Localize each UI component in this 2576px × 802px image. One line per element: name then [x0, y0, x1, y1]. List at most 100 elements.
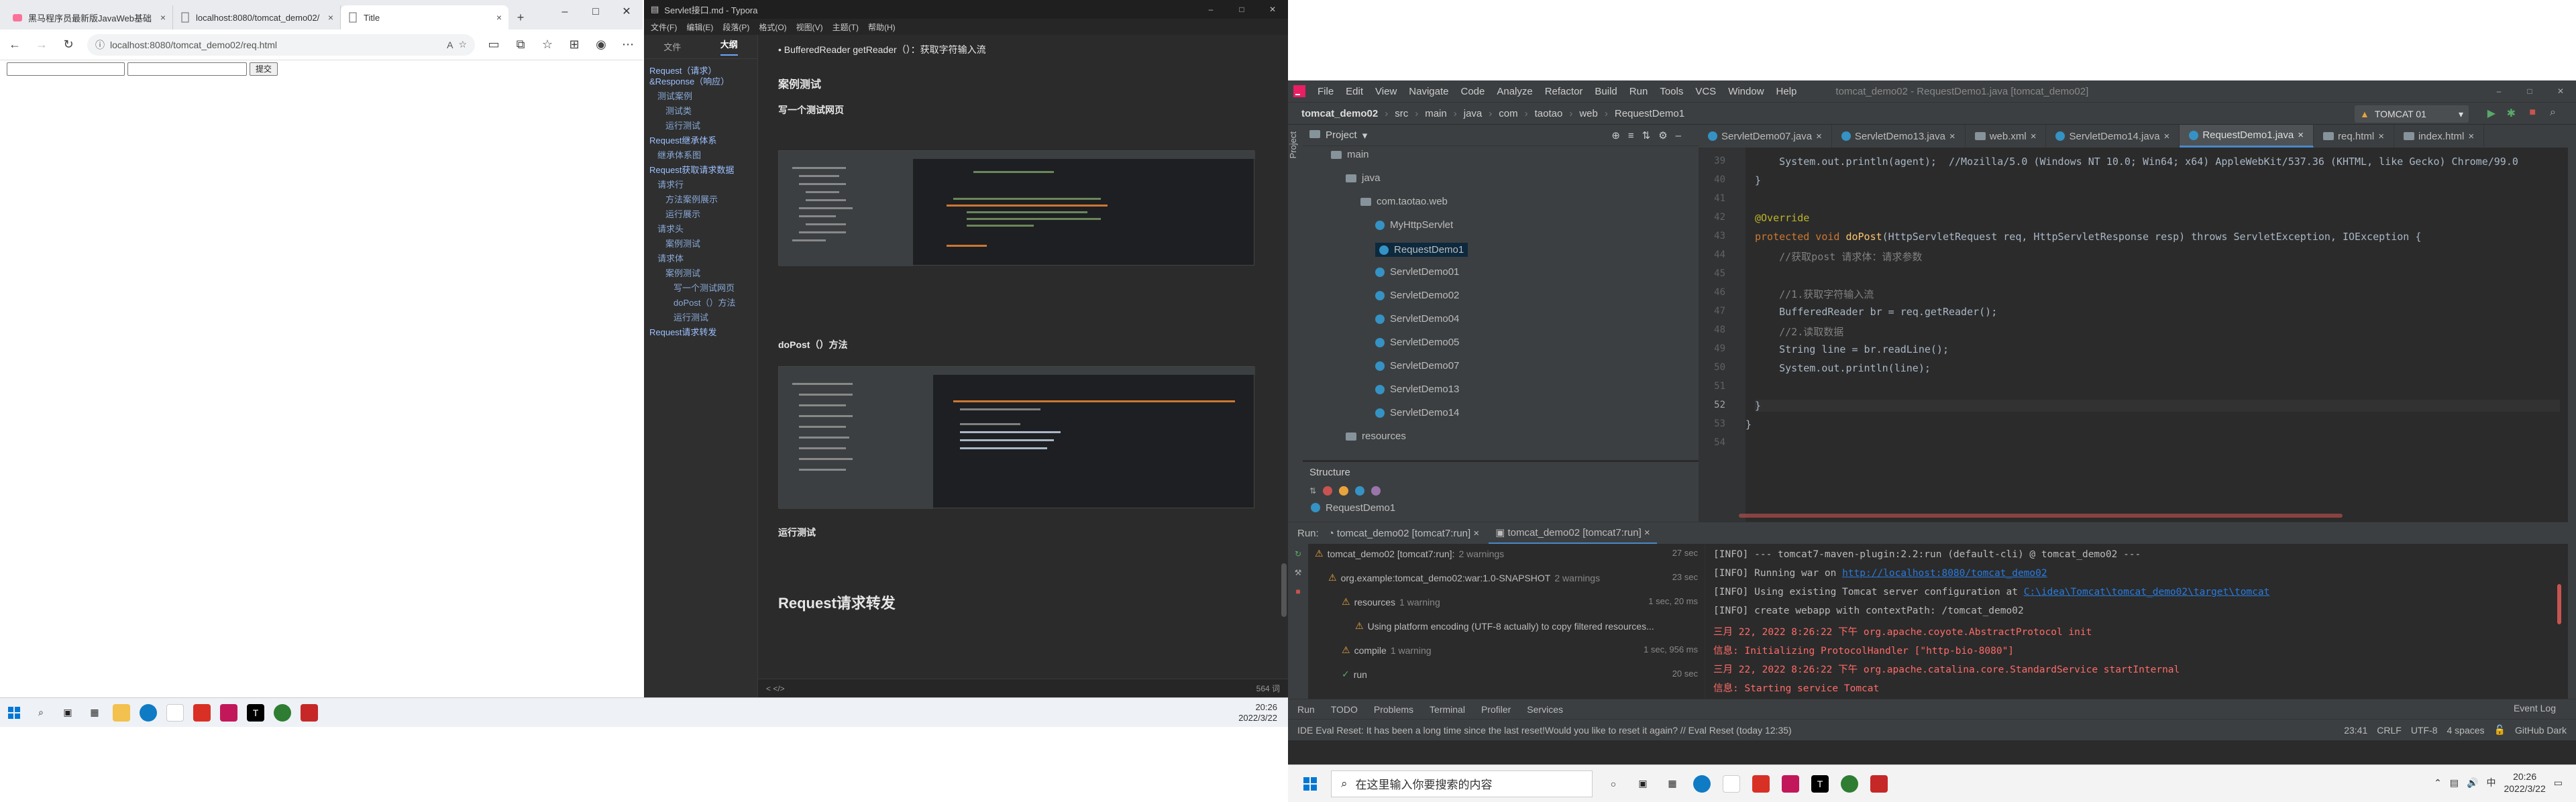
tab-actions-icon[interactable]: ▭: [486, 37, 502, 53]
app-red-icon[interactable]: [193, 703, 211, 722]
file-encoding[interactable]: UTF-8: [2411, 725, 2438, 736]
tree-item[interactable]: ServletDemo05: [1375, 337, 1459, 348]
run-tree-item[interactable]: ✓ run: [1342, 669, 1367, 680]
run-icon[interactable]: ▶: [2487, 107, 2496, 120]
run-config-select[interactable]: ▲ TOMCAT 01 ▾: [2355, 105, 2469, 123]
menu-help[interactable]: 帮助(H): [868, 21, 896, 33]
bottom-tab[interactable]: Problems: [1374, 704, 1413, 715]
outline-item[interactable]: Request（请求）&Response（响应）: [649, 64, 752, 90]
close-icon[interactable]: ×: [496, 12, 502, 23]
editor-tab[interactable]: index.html ×: [2394, 125, 2485, 148]
maximize-icon[interactable]: □: [2514, 80, 2545, 102]
breadcrumb-item[interactable]: RequestDemo1: [1615, 108, 1684, 119]
app-red-icon[interactable]: [1752, 775, 1770, 793]
editor-tab[interactable]: web.xml ×: [1966, 125, 2047, 148]
project-strip-label[interactable]: Project: [1288, 131, 1298, 158]
tree-item[interactable]: ServletDemo04: [1375, 313, 1459, 325]
tree-item[interactable]: ServletDemo13: [1375, 384, 1459, 395]
close-icon[interactable]: ×: [328, 12, 333, 23]
ide-menu-item[interactable]: Build: [1595, 86, 1617, 97]
menu-view[interactable]: 视图(V): [796, 21, 823, 33]
tree-item[interactable]: com.taotao.web: [1360, 196, 1448, 207]
close-icon[interactable]: ✕: [611, 0, 642, 24]
search-icon[interactable]: ⌕: [32, 704, 50, 722]
notification-icon[interactable]: ▭: [2554, 777, 2563, 789]
app-green-icon[interactable]: [274, 703, 291, 722]
outline-item[interactable]: 测试案例: [649, 90, 752, 105]
edge-icon[interactable]: [1693, 775, 1711, 793]
menu-theme[interactable]: 主题(T): [833, 21, 859, 33]
bottom-tab[interactable]: Terminal: [1430, 704, 1465, 715]
search-icon[interactable]: ⌕: [2550, 107, 2556, 119]
stop-icon[interactable]: ■: [1288, 587, 1308, 596]
breadcrumb-item[interactable]: com: [1499, 108, 1517, 119]
console-link[interactable]: http://localhost:8080/tomcat_demo02: [1842, 568, 2047, 579]
run-tree-item[interactable]: ⚠ compile 1 warning: [1342, 644, 1432, 656]
outline-item[interactable]: Request继承体系: [649, 134, 752, 149]
lock-icon[interactable]: 🔓: [2494, 724, 2506, 736]
zoom-icon[interactable]: A: [447, 40, 453, 50]
event-log-button[interactable]: Event Log: [2514, 703, 2556, 713]
typora-taskbar-icon[interactable]: T: [1811, 775, 1829, 793]
tree-item[interactable]: ServletDemo14: [1375, 407, 1459, 418]
intellij-icon[interactable]: [1782, 775, 1799, 793]
menu-edit[interactable]: 编辑(E): [686, 21, 713, 33]
editor-tab[interactable]: ServletDemo14.java ×: [2046, 125, 2180, 148]
ide-menu-item[interactable]: View: [1375, 86, 1397, 97]
maximize-icon[interactable]: □: [1226, 0, 1257, 19]
outline-item[interactable]: Request请求转发: [649, 326, 752, 341]
outline-item[interactable]: 继承体系图: [649, 149, 752, 164]
wrench-icon[interactable]: ⚒: [1288, 568, 1308, 577]
ide-menu-item[interactable]: Edit: [1346, 86, 1363, 97]
sort-icon[interactable]: ⇅: [1309, 486, 1316, 496]
windows-start-icon[interactable]: [1301, 775, 1319, 793]
cursor-position[interactable]: 23:41: [2344, 725, 2367, 736]
chevron-up-icon[interactable]: ⌃: [2434, 777, 2442, 789]
console-scrollbar[interactable]: [2557, 584, 2561, 624]
filter-icon[interactable]: [1371, 486, 1381, 496]
minimize-icon[interactable]: –: [2483, 80, 2514, 102]
app-tomcat-icon[interactable]: [301, 703, 318, 722]
password-input[interactable]: [127, 62, 247, 76]
browser-tab-title-active[interactable]: Title ×: [341, 5, 508, 30]
ide-menu-item[interactable]: VCS: [1695, 86, 1716, 97]
more-icon[interactable]: ⋯: [620, 37, 636, 53]
tree-item[interactable]: RequestDemo1: [1375, 243, 1468, 257]
outline-item[interactable]: 测试类: [649, 105, 752, 119]
ide-menu-item[interactable]: Code: [1460, 86, 1485, 97]
outline-item[interactable]: doPost（）方法: [649, 296, 752, 311]
editor-tab[interactable]: ServletDemo07.java ×: [1699, 125, 1832, 148]
widgets-icon[interactable]: ▦: [1664, 775, 1681, 793]
run-tree-item[interactable]: ⚠ resources 1 warning: [1342, 596, 1440, 608]
tab-files[interactable]: 文件: [663, 40, 681, 53]
address-bar[interactable]: ⓘ localhost:8080/tomcat_demo02/req.html …: [87, 34, 475, 56]
line-separator[interactable]: CRLF: [2377, 725, 2402, 736]
editor-tab[interactable]: req.html ×: [2314, 125, 2394, 148]
cortana-icon[interactable]: ○: [1605, 775, 1622, 793]
clock[interactable]: 20:26 2022/3/22: [2504, 770, 2545, 795]
breadcrumb-item[interactable]: java: [1464, 108, 1483, 119]
indent-setting[interactable]: 4 spaces: [2447, 725, 2484, 736]
close-icon[interactable]: ×: [2298, 129, 2304, 141]
chevron-down-icon[interactable]: ▾: [1362, 129, 1368, 141]
outline-item[interactable]: 运行测试: [649, 119, 752, 134]
bottom-tab[interactable]: Run: [1297, 704, 1315, 715]
breadcrumb-item[interactable]: web: [1579, 108, 1598, 119]
close-icon[interactable]: ×: [1816, 131, 1822, 142]
task-view-icon[interactable]: ▣: [1634, 775, 1652, 793]
taskbar-search[interactable]: ⌕ 在这里输入你要搜索的内容: [1331, 770, 1593, 797]
ide-menu-item[interactable]: Run: [1629, 86, 1648, 97]
rerun-icon[interactable]: ↻: [1288, 549, 1308, 559]
tree-item[interactable]: java: [1346, 172, 1381, 184]
reload-icon[interactable]: ↻: [60, 37, 76, 53]
browser-tab-localhost[interactable]: localhost:8080/tomcat_demo02/ ×: [173, 5, 341, 30]
intellij-icon[interactable]: [220, 703, 237, 722]
tree-item[interactable]: ServletDemo01: [1375, 266, 1459, 278]
submit-button[interactable]: 提交: [250, 62, 278, 76]
run-tab-2[interactable]: ▣ tomcat_demo02 [tomcat7:run] ×: [1489, 522, 1657, 545]
tree-item[interactable]: ServletDemo02: [1375, 290, 1459, 301]
extension-icon[interactable]: ⧉: [513, 37, 529, 53]
scrollbar-thumb[interactable]: [1281, 563, 1287, 617]
menu-paragraph[interactable]: 段落(P): [722, 21, 749, 33]
minimize-icon[interactable]: –: [549, 0, 580, 24]
